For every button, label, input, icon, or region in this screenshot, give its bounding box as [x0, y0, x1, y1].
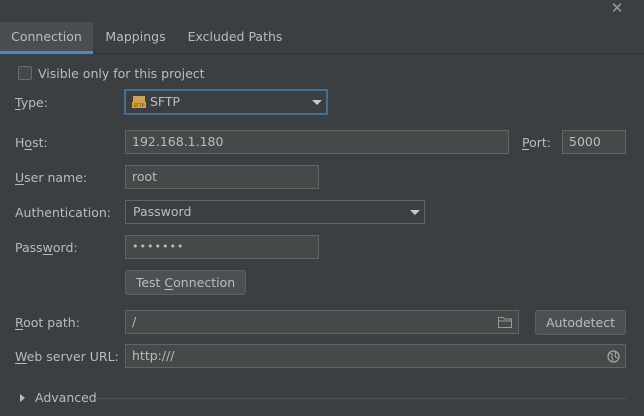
tab-connection[interactable]: Connection: [0, 22, 93, 54]
type-value: SFTP: [150, 94, 181, 109]
password-input[interactable]: •••••••: [125, 235, 319, 259]
visible-only-label: Visible only for this project: [38, 66, 205, 81]
port-label: Port:: [522, 135, 551, 150]
tab-mappings[interactable]: Mappings: [95, 22, 176, 54]
tab-bar: Connection Mappings Excluded Paths: [0, 22, 644, 54]
port-input[interactable]: 5000: [562, 130, 626, 154]
type-label: Type:: [15, 95, 48, 110]
advanced-toggle[interactable]: Advanced: [35, 390, 97, 405]
authentication-select[interactable]: Password: [125, 200, 425, 224]
host-label: Host:: [15, 135, 48, 150]
web-server-url-input[interactable]: http:///: [125, 344, 626, 368]
user-name-label: User name:: [15, 170, 88, 185]
password-label: Password:: [15, 240, 78, 255]
svg-text:SFTP: SFTP: [134, 103, 145, 108]
chevron-down-icon: [312, 100, 322, 105]
chevron-right-icon[interactable]: [20, 394, 25, 402]
sftp-icon: SFTP: [132, 96, 146, 108]
root-path-input[interactable]: /: [125, 310, 519, 334]
host-input[interactable]: 192.168.1.180: [125, 130, 509, 154]
globe-icon[interactable]: [607, 350, 620, 363]
visible-only-checkbox[interactable]: [18, 66, 32, 80]
root-path-value: /: [132, 314, 137, 329]
chevron-down-icon: [410, 210, 420, 215]
test-connection-button[interactable]: Test Connection: [125, 270, 246, 295]
tab-excluded-paths[interactable]: Excluded Paths: [180, 22, 290, 54]
web-server-url-value: http:///: [132, 348, 175, 363]
web-server-url-label: Web server URL:: [15, 349, 119, 364]
folder-icon[interactable]: [498, 316, 512, 328]
close-icon[interactable]: ✕: [609, 1, 625, 17]
user-name-input[interactable]: root: [125, 165, 319, 189]
authentication-label: Authentication:: [15, 205, 111, 220]
autodetect-button[interactable]: Autodetect: [535, 310, 626, 335]
root-path-label: Root path:: [15, 315, 80, 330]
advanced-divider: [95, 398, 626, 399]
type-select[interactable]: SFTP SFTP: [124, 89, 328, 115]
authentication-value: Password: [133, 204, 192, 219]
